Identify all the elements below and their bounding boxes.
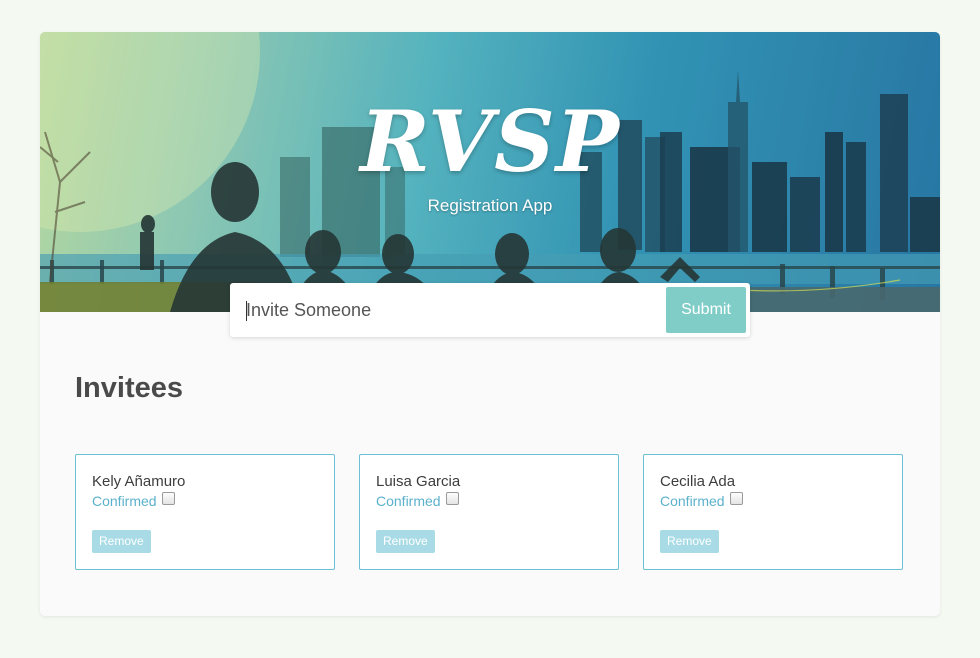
confirmed-toggle[interactable]: Confirmed — [92, 491, 175, 509]
invite-input[interactable] — [230, 283, 650, 337]
invitee-name: Cecilia Ada — [660, 473, 736, 490]
invitee-list: Kely Añamuro Confirmed Remove Luisa Garc… — [75, 454, 905, 572]
app-subtitle: Registration App — [427, 196, 553, 215]
invitee-name: Luisa Garcia — [376, 473, 461, 490]
confirmed-label: Confirmed — [376, 493, 441, 509]
app-logo: RVSP — [360, 92, 620, 191]
invitee-card: Kely Añamuro Confirmed Remove — [75, 454, 335, 570]
hero-banner: RVSP Registration App — [40, 32, 940, 312]
invitees-heading: Invitees — [75, 372, 183, 404]
invitee-name: Kely Añamuro — [92, 473, 186, 490]
remove-button[interactable]: Remove — [376, 530, 435, 553]
remove-button[interactable]: Remove — [92, 530, 151, 553]
main-card: RVSP Registration App Submit Invitees Ke… — [40, 32, 940, 616]
invitee-card: Cecilia Ada Confirmed Remove — [643, 454, 903, 570]
text-cursor — [246, 301, 247, 321]
confirmed-label: Confirmed — [660, 493, 725, 509]
confirmed-checkbox[interactable] — [445, 491, 459, 505]
confirmed-toggle[interactable]: Confirmed — [376, 491, 459, 509]
confirmed-toggle[interactable]: Confirmed — [660, 491, 743, 509]
invitee-card: Luisa Garcia Confirmed Remove — [359, 454, 619, 570]
confirmed-checkbox[interactable] — [729, 491, 743, 505]
confirmed-checkbox[interactable] — [161, 491, 175, 505]
confirmed-label: Confirmed — [92, 493, 157, 509]
invite-form: Submit — [230, 283, 750, 337]
remove-button[interactable]: Remove — [660, 530, 719, 553]
submit-button[interactable]: Submit — [666, 287, 746, 333]
